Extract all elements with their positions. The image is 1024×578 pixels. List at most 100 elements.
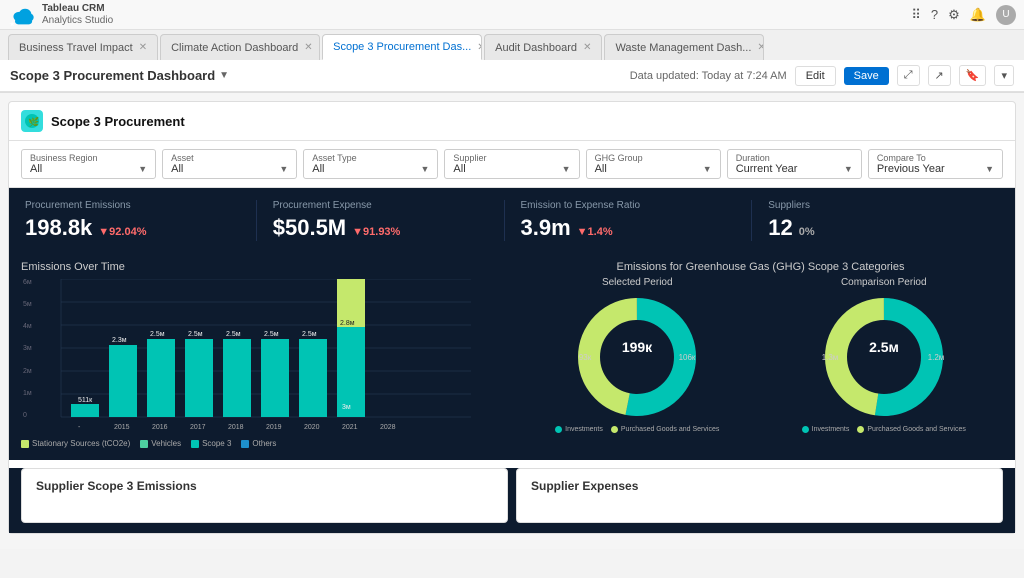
donut-comparison-legend: Investments Purchased Goods and Services [802, 426, 966, 433]
svg-text:2.5м: 2.5м [226, 331, 241, 338]
svg-text:🌿: 🌿 [28, 116, 39, 127]
legend-vehicles: Vehicles [140, 439, 181, 448]
svg-text:2021: 2021 [342, 424, 358, 431]
tab-close[interactable]: ✕ [583, 42, 591, 53]
fullscreen-button[interactable]: ⤢ [897, 65, 920, 86]
tab-close[interactable]: ✕ [139, 42, 147, 53]
tabs-row: Business Travel Impact ✕ Climate Action … [0, 30, 1024, 60]
filter-duration[interactable]: Duration Current Year ▼ [727, 149, 862, 179]
svg-text:★: ★ [9, 20, 16, 27]
supplier-expenses-panel: Supplier Expenses [516, 468, 1003, 523]
donut-comparison-title: Comparison Period [841, 277, 927, 288]
help-icon[interactable]: ? [931, 7, 938, 22]
save-button[interactable]: Save [844, 67, 889, 85]
filter-supplier[interactable]: Supplier All ▼ [444, 149, 579, 179]
metric-value-text: 3.9m [521, 215, 571, 241]
svg-text:2020: 2020 [304, 424, 320, 431]
tab-close[interactable]: ✕ [304, 42, 312, 53]
metric-value-text: $50.5M [273, 215, 346, 241]
filter-asset[interactable]: Asset All ▼ [162, 149, 297, 179]
metrics-row: Procurement Emissions 198.8k ▼92.04% Pro… [9, 188, 1015, 253]
app-name: Tableau CRM [42, 3, 113, 15]
tab-label: Scope 3 Procurement Das... [333, 41, 471, 53]
settings-icon[interactable]: ⚙ [948, 7, 960, 23]
svg-text:2.8м: 2.8м [340, 320, 355, 327]
svg-text:2.5м: 2.5м [302, 331, 317, 338]
ghg-title: Emissions for Greenhouse Gas (GHG) Scope… [518, 261, 1003, 273]
svg-text:511к: 511к [78, 397, 93, 404]
metric-value-text: 12 [768, 215, 792, 241]
salesforce-icon: ★ [8, 1, 36, 29]
header-bar: Scope 3 Procurement Dashboard ▼ Data upd… [0, 60, 1024, 92]
tab-label: Audit Dashboard [495, 42, 577, 54]
data-updated-text: Data updated: Today at 7:24 AM [630, 70, 787, 82]
metric-procurement-expense: Procurement Expense $50.5M ▼91.93% [257, 200, 505, 241]
metric-change: 0% [799, 226, 815, 238]
legend-stationary: Stationary Sources (tCO2e) [21, 439, 130, 448]
svg-text:2015: 2015 [114, 424, 130, 431]
supplier-expenses-title: Supplier Expenses [531, 479, 638, 493]
bar-chart-legend: Stationary Sources (tCO2e) Vehicles Scop… [21, 439, 506, 448]
metric-emission-expense-ratio: Emission to Expense Ratio 3.9m ▼1.4% [505, 200, 753, 241]
tab-label: Business Travel Impact [19, 42, 133, 54]
tab-label: Waste Management Dash... [615, 42, 751, 54]
donut-comparison: Comparison Period 2.5м 1.3м 1.2м [765, 277, 1004, 433]
filters-row: Business Region All ▼ Asset All ▼ Asset … [9, 141, 1015, 188]
more-button[interactable]: ▾ [994, 65, 1014, 86]
tab-business-travel[interactable]: Business Travel Impact ✕ [8, 34, 158, 60]
tab-close[interactable]: ✕ [477, 42, 482, 53]
donut-selected-title: Selected Period [602, 277, 673, 288]
app-logo: ★ Tableau CRM Analytics Studio [8, 1, 113, 29]
svg-text:2028: 2028 [380, 424, 396, 431]
bookmark-button[interactable]: 🔖 [959, 65, 987, 86]
share-button[interactable]: ↗ [928, 65, 951, 86]
svg-text:2.5м: 2.5м [150, 331, 165, 338]
user-avatar[interactable]: U [996, 5, 1016, 25]
header-actions: Data updated: Today at 7:24 AM Edit Save… [630, 65, 1014, 86]
donut-pair: Selected Period 199к 93к [518, 277, 1003, 433]
bar-chart-svg: 511к - 2.3м 2015 2.5м 2016 2.5м 201 [41, 279, 471, 434]
bar-chart-title: Emissions Over Time [21, 261, 506, 273]
metric-change: ▼91.93% [352, 226, 400, 238]
notifications-icon[interactable]: 🔔 [970, 7, 986, 23]
bar-chart-wrapper: 6м 5м 4м 3м 2м 1м 0 [21, 279, 506, 437]
legend-scope3: Scope 3 [191, 439, 231, 448]
tab-label: Climate Action Dashboard [171, 42, 298, 54]
filter-asset-type[interactable]: Asset Type All ▼ [303, 149, 438, 179]
ghg-chart-section: Emissions for Greenhouse Gas (GHG) Scope… [518, 261, 1003, 448]
tab-audit[interactable]: Audit Dashboard ✕ [484, 34, 602, 60]
bar-chart-section: Emissions Over Time 6м 5м 4м 3м 2м 1м 0 [21, 261, 506, 448]
filter-compare-to[interactable]: Compare To Previous Year ▼ [868, 149, 1003, 179]
svg-text:199к: 199к [622, 339, 653, 355]
breadcrumb: Scope 3 Procurement Dashboard ▼ [10, 68, 229, 83]
edit-button[interactable]: Edit [795, 66, 836, 86]
legend-others: Others [241, 439, 276, 448]
metric-procurement-emissions: Procurement Emissions 198.8k ▼92.04% [25, 200, 257, 241]
svg-text:2016: 2016 [152, 424, 168, 431]
svg-text:2019: 2019 [266, 424, 282, 431]
panel-title: Scope 3 Procurement [51, 114, 185, 129]
metric-suppliers: Suppliers 12 0% [752, 200, 999, 241]
svg-text:1.2м: 1.2м [927, 353, 944, 362]
svg-text:2.5м: 2.5м [188, 331, 203, 338]
filter-business-region[interactable]: Business Region All ▼ [21, 149, 156, 179]
svg-text:1.3м: 1.3м [821, 353, 838, 362]
tab-waste[interactable]: Waste Management Dash... ✕ [604, 34, 764, 60]
metric-change: ▼92.04% [98, 226, 146, 238]
main-content: 🌿 Scope 3 Procurement Business Region Al… [0, 93, 1024, 549]
svg-text:93к: 93к [579, 353, 592, 362]
dropdown-arrow-icon[interactable]: ▼ [219, 70, 229, 81]
svg-text:2017: 2017 [190, 424, 206, 431]
tab-scope3[interactable]: Scope 3 Procurement Das... ✕ [322, 34, 482, 60]
metric-change: ▼1.4% [577, 226, 613, 238]
page-title: Scope 3 Procurement Dashboard [10, 68, 215, 83]
tab-climate-action[interactable]: Climate Action Dashboard ✕ [160, 34, 320, 60]
svg-text:2.3м: 2.3м [112, 337, 127, 344]
donut-selected-svg: 199к 93к 106к [567, 292, 707, 422]
svg-text:3м: 3м [342, 404, 351, 411]
charts-row: Emissions Over Time 6м 5м 4м 3м 2м 1м 0 [9, 253, 1015, 460]
tab-close[interactable]: ✕ [757, 42, 764, 53]
dashboard-panel: 🌿 Scope 3 Procurement Business Region Al… [8, 101, 1016, 534]
apps-icon[interactable]: ⠿ [911, 7, 921, 23]
filter-ghg-group[interactable]: GHG Group All ▼ [586, 149, 721, 179]
